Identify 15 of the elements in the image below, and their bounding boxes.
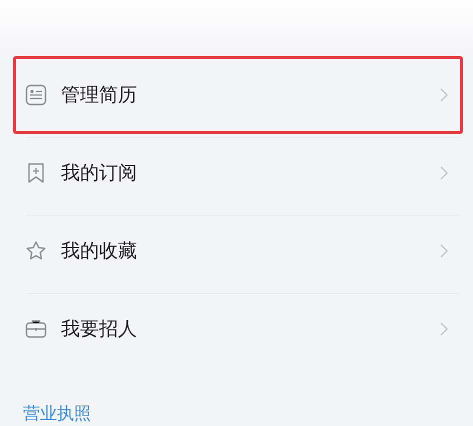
chevron-right-icon [440, 166, 448, 180]
menu-label: 管理简历 [61, 83, 138, 108]
menu-item[interactable]: 管理简历 [13, 56, 463, 134]
menu-label: 我要招人 [61, 317, 138, 342]
chevron-right-icon [440, 244, 448, 258]
menu-item[interactable]: 我的订阅 [13, 134, 463, 212]
menu-item[interactable]: 我的收藏 [13, 212, 463, 290]
chevron-right-icon [440, 322, 448, 336]
menu-label: 我的收藏 [61, 239, 138, 264]
id-card-icon [25, 84, 47, 106]
star-icon [25, 240, 47, 262]
menu-item[interactable]: 我要招人 [13, 290, 463, 368]
briefcase-icon [25, 318, 47, 340]
chevron-right-icon [440, 88, 448, 102]
menu-label: 我的订阅 [61, 161, 138, 186]
